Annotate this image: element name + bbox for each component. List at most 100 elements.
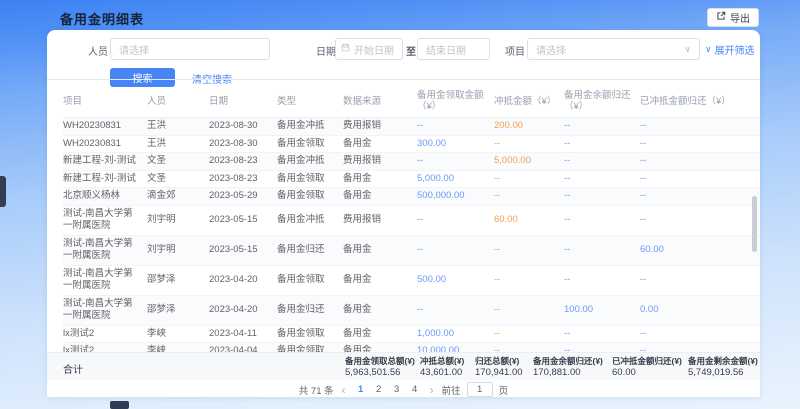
page-button-2[interactable]: 2 — [372, 384, 386, 395]
export-icon — [716, 11, 726, 24]
cell-source: 备用金 — [343, 265, 417, 295]
cell-source: 费用报销 — [343, 118, 417, 136]
cell-date: 2023-05-29 — [209, 188, 277, 206]
cell-date: 2023-04-04 — [209, 343, 277, 353]
goto-page-input[interactable] — [467, 382, 493, 397]
page-button-3[interactable]: 3 — [390, 384, 404, 395]
drawer-toggle-handle[interactable] — [0, 176, 6, 207]
cell-balance_return: -- — [564, 135, 640, 153]
cell-source: 备用金 — [343, 135, 417, 153]
cell-received[interactable]: 10,000.00 — [417, 343, 494, 353]
cell-date: 2023-04-11 — [209, 325, 277, 343]
cell-received[interactable]: 300.00 — [417, 135, 494, 153]
vertical-scrollbar[interactable] — [752, 196, 757, 252]
cell-offset_return: -- — [640, 265, 760, 295]
cell-date: 2023-05-15 — [209, 205, 277, 235]
cell-type: 备用金领取 — [277, 343, 343, 353]
cell-date: 2023-04-20 — [209, 295, 277, 325]
cell-offset[interactable]: 200.00 — [494, 118, 564, 136]
cell-offset_return[interactable]: 60.00 — [640, 235, 760, 265]
cell-balance_return: -- — [564, 205, 640, 235]
cell-received: -- — [417, 153, 494, 171]
cell-source: 费用报销 — [343, 153, 417, 171]
cell-source: 备用金 — [343, 235, 417, 265]
date-start-input[interactable]: 开始日期 — [335, 38, 403, 60]
cell-offset: -- — [494, 170, 564, 188]
cell-received[interactable]: 1,000.00 — [417, 325, 494, 343]
cell-project: lx测试2 — [63, 343, 147, 353]
date-end-input[interactable]: 结束日期 — [417, 38, 490, 60]
project-select[interactable]: 请选择 ∨ — [527, 38, 700, 60]
date-start-placeholder: 开始日期 — [354, 42, 394, 57]
table-row: lx测试2李峡2023-04-04备用金领取备用金10,000.00------ — [63, 343, 760, 353]
cell-person: 王洪 — [147, 118, 209, 136]
goto-suffix-label: 页 — [499, 383, 509, 397]
cell-source: 备用金 — [343, 170, 417, 188]
cell-balance_return: -- — [564, 343, 640, 353]
cell-person: 刘宇明 — [147, 235, 209, 265]
cell-date: 2023-08-23 — [209, 170, 277, 188]
cell-offset_return[interactable]: 0.00 — [640, 295, 760, 325]
chevron-down-icon: ∨ — [684, 44, 691, 55]
cell-type: 备用金领取 — [277, 265, 343, 295]
table-body: WH20230831王洪2023-08-30备用金冲抵费用报销--200.00-… — [63, 118, 760, 353]
cell-person: 王洪 — [147, 135, 209, 153]
summary-total-label: 合计 — [63, 361, 83, 376]
project-filter-label: 项目 — [505, 43, 525, 58]
cell-date: 2023-08-30 — [209, 135, 277, 153]
goto-prefix-label: 前往 — [442, 383, 461, 397]
cell-received[interactable]: 500,000.00 — [417, 188, 494, 206]
cell-offset[interactable]: 5,000.00 — [494, 153, 564, 171]
table-header-row: 项目 人员 日期 类型 数据来源 备用金领取金额（¥） 冲抵金额（¥） 备用金余… — [63, 85, 760, 118]
prev-page-button[interactable]: ‹ — [340, 385, 348, 395]
next-page-button[interactable]: › — [428, 385, 436, 395]
person-select[interactable]: 请选择 — [110, 38, 270, 60]
table-row: lx测试2李峡2023-04-11备用金领取备用金1,000.00------ — [63, 325, 760, 343]
summary-stat: 冲抵总额(¥)43,601.00 — [420, 355, 464, 379]
cell-received[interactable]: 500.00 — [417, 265, 494, 295]
cell-project: 测试-南昌大学第一附属医院 — [63, 235, 147, 265]
cell-offset: -- — [494, 343, 564, 353]
table-row: 北京顺义杨林滴金郊2023-05-29备用金领取备用金500,000.00---… — [63, 188, 760, 206]
cell-type: 备用金冲抵 — [277, 205, 343, 235]
cell-received: -- — [417, 118, 494, 136]
col-header-person: 人员 — [147, 85, 209, 118]
cell-project: 测试-南昌大学第一附属医院 — [63, 205, 147, 235]
cell-offset_return: -- — [640, 153, 760, 171]
expand-filters-link[interactable]: ∨ 展开筛选 — [705, 42, 755, 57]
col-header-received-amount: 备用金领取金额（¥） — [417, 85, 494, 118]
cell-project: 测试-南昌大学第一附属医院 — [63, 265, 147, 295]
cell-offset[interactable]: 60.00 — [494, 205, 564, 235]
table-row: WH20230831王洪2023-08-30备用金领取备用金300.00----… — [63, 135, 760, 153]
cell-project: lx测试2 — [63, 325, 147, 343]
cell-received[interactable]: 5,000.00 — [417, 170, 494, 188]
page-button-4[interactable]: 4 — [408, 384, 422, 395]
export-button[interactable]: 导出 — [707, 8, 759, 27]
calendar-icon — [341, 43, 350, 55]
cell-project: WH20230831 — [63, 135, 147, 153]
page-button-1[interactable]: 1 — [354, 384, 368, 395]
cell-source: 备用金 — [343, 343, 417, 353]
cell-project: WH20230831 — [63, 118, 147, 136]
person-filter-label: 人员 — [88, 43, 108, 58]
cell-offset: -- — [494, 265, 564, 295]
col-header-type: 类型 — [277, 85, 343, 118]
cell-person: 李峡 — [147, 325, 209, 343]
cell-date: 2023-08-30 — [209, 118, 277, 136]
total-count-text: 共 71 条 — [299, 383, 334, 397]
cell-balance_return: -- — [564, 170, 640, 188]
cell-offset_return: -- — [640, 188, 760, 206]
cell-project: 测试-南昌大学第一附属医院 — [63, 295, 147, 325]
cell-type: 备用金领取 — [277, 135, 343, 153]
cell-received: -- — [417, 205, 494, 235]
export-label: 导出 — [730, 10, 750, 25]
cell-person: 刘宇明 — [147, 205, 209, 235]
cell-balance_return[interactable]: 100.00 — [564, 295, 640, 325]
cell-offset: -- — [494, 235, 564, 265]
table-row: 测试-南昌大学第一附属医院刘宇明2023-05-15备用金归还备用金------… — [63, 235, 760, 265]
date-end-placeholder: 结束日期 — [426, 42, 466, 57]
bottom-dark-notch — [110, 401, 129, 409]
cell-balance_return: -- — [564, 118, 640, 136]
col-header-date: 日期 — [209, 85, 277, 118]
cell-person: 滴金郊 — [147, 188, 209, 206]
